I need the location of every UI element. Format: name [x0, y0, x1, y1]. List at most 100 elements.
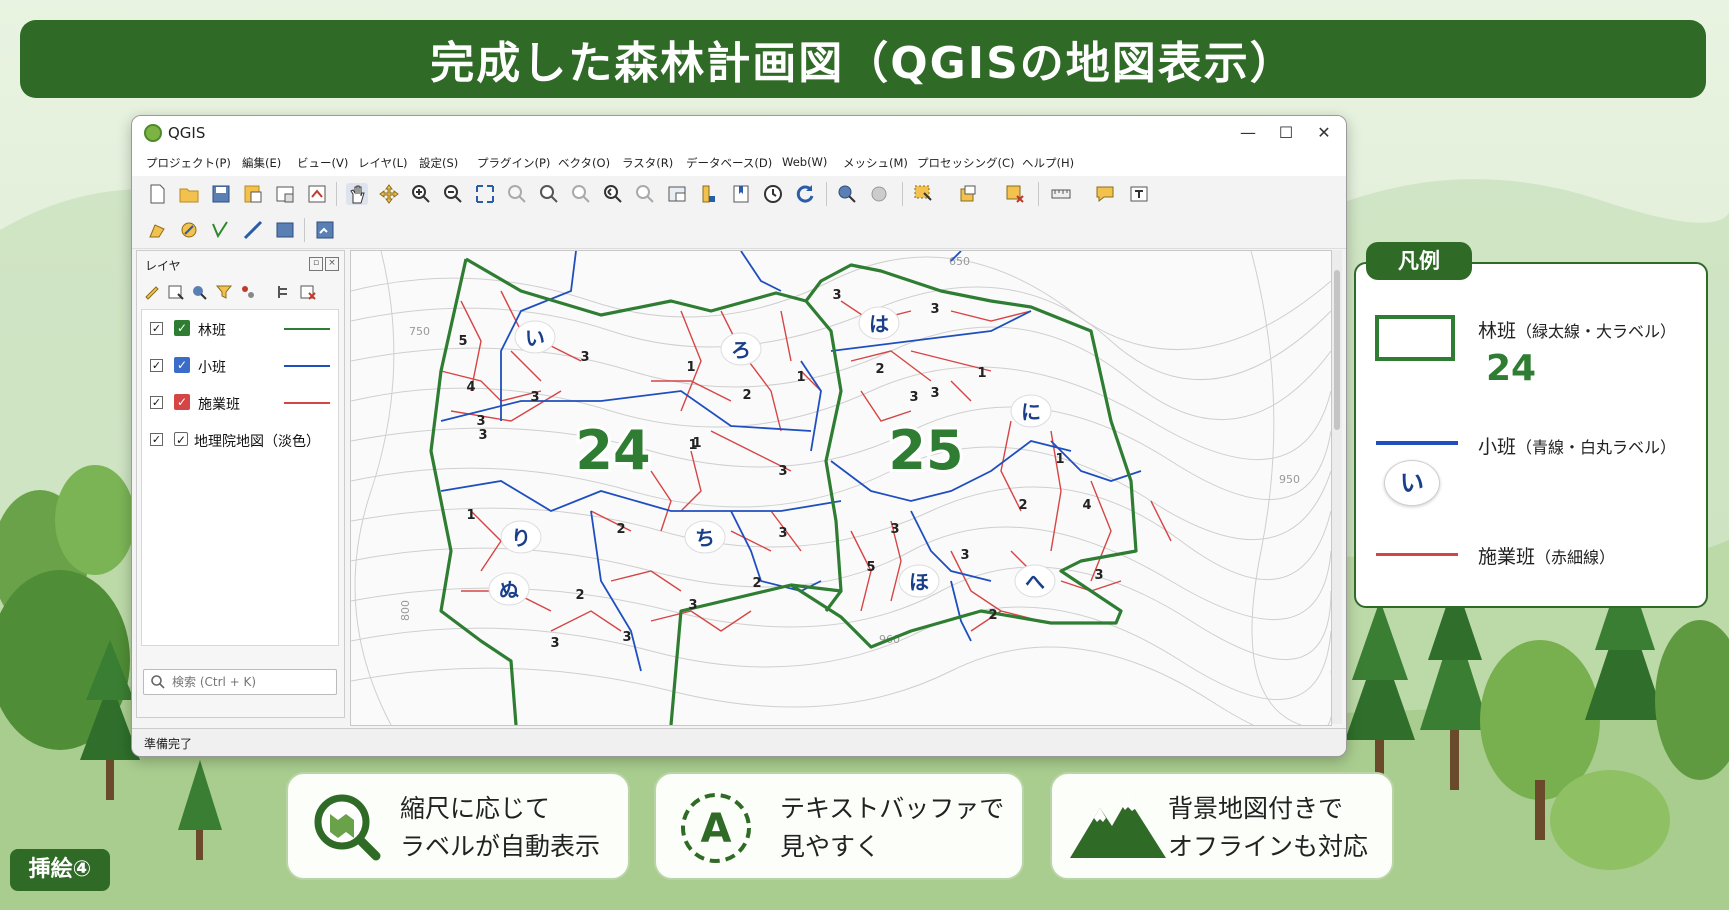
zoom-last-icon[interactable] [602, 183, 624, 205]
status-bar: 準備完了 [132, 728, 1346, 756]
vertex-tool-icon[interactable] [210, 219, 232, 241]
map-scrollbar[interactable] [1332, 250, 1342, 724]
layer-name: 小班 [198, 360, 226, 376]
sekyohan-number: 2 [988, 608, 997, 623]
sekyohan-number: 1 [977, 366, 986, 381]
layer-visibility-checkbox[interactable]: ✓ [150, 396, 163, 409]
open-style-icon[interactable] [143, 283, 161, 301]
menu-vector[interactable]: ベクタ(O) [558, 155, 610, 171]
menu-processing[interactable]: プロセッシング(C) [917, 155, 1015, 171]
temporal-icon[interactable] [698, 183, 720, 205]
manage-map-themes-icon[interactable] [191, 283, 209, 301]
layer-symbol-line [284, 365, 330, 367]
menu-raster[interactable]: ラスタ(R) [622, 155, 673, 171]
menu-help[interactable]: ヘルプ(H) [1022, 155, 1074, 171]
filter-legend-icon[interactable] [215, 283, 233, 301]
layer-row-gsi-pale[interactable]: ✓ ✓ 地理院地図（淡色） [150, 429, 336, 451]
legend-title: 凡例 [1366, 242, 1472, 280]
layer-search-box[interactable] [143, 669, 337, 695]
feature-text-line2: ラベルが自動表示 [400, 832, 601, 861]
add-group-icon[interactable] [167, 283, 185, 301]
shohan-legend-symbol [1376, 441, 1458, 445]
svg-text:A: A [701, 806, 732, 852]
refresh-icon[interactable] [794, 183, 816, 205]
deselect-icon[interactable] [958, 183, 980, 205]
digitize-line-icon[interactable] [242, 219, 264, 241]
bookmark-icon[interactable] [730, 183, 752, 205]
qgis-logo-icon [144, 124, 162, 142]
subcompartment-label: ぬ [488, 572, 530, 606]
menu-settings[interactable]: 設定(S) [419, 155, 458, 171]
layer-visibility-checkbox[interactable]: ✓ [150, 359, 163, 372]
edit-pencil-icon[interactable] [178, 219, 200, 241]
digitize-icon[interactable] [146, 219, 168, 241]
sekyohan-number: 5 [458, 334, 467, 349]
minimize-button[interactable]: — [1230, 120, 1266, 146]
window-title: QGIS [168, 124, 206, 142]
layer-check-icon: ✓ [174, 394, 190, 410]
save-edits-icon[interactable] [274, 219, 296, 241]
menu-mesh[interactable]: メッシュ(M) [843, 155, 908, 171]
menu-view[interactable]: ビュー(V) [297, 155, 348, 171]
new-project-icon[interactable] [146, 183, 168, 205]
pan-icon[interactable] [346, 183, 368, 205]
svg-text:へ: へ [1025, 570, 1045, 594]
open-project-icon[interactable] [178, 183, 200, 205]
zoom-to-layer-icon[interactable] [538, 183, 560, 205]
sekyohan-number: 3 [580, 350, 589, 365]
show-bookmarks-icon[interactable] [762, 183, 784, 205]
search-input[interactable] [170, 672, 334, 692]
contour-label: 800 [399, 600, 412, 621]
layer-row-sekyohan[interactable]: ✓ ✓ 施業班 [150, 392, 336, 414]
menu-web[interactable]: Web(W) [782, 155, 827, 169]
zoom-in-icon[interactable] [410, 183, 432, 205]
sekyohan-number: 3 [890, 522, 899, 537]
expand-all-icon[interactable] [275, 283, 293, 301]
sekyohan-number: 1 [688, 438, 697, 453]
remove-layer-icon[interactable] [299, 283, 317, 301]
zoom-full-icon[interactable] [474, 183, 496, 205]
zoom-native-icon[interactable] [570, 183, 592, 205]
new-map-view-icon[interactable] [666, 183, 688, 205]
layer-row-shohan[interactable]: ✓ ✓ 小班 [150, 355, 336, 377]
select-icon[interactable] [912, 183, 934, 205]
maximize-button[interactable]: ☐ [1268, 120, 1304, 146]
svg-text:り: り [511, 526, 531, 550]
legend-sekyohan-label: 施業班（赤細線） [1478, 546, 1616, 568]
identify-icon[interactable] [836, 183, 858, 205]
zoom-out-icon[interactable] [442, 183, 464, 205]
print-layout-icon[interactable] [274, 183, 296, 205]
measure-icon[interactable] [1050, 183, 1072, 205]
sekyohan-number: 4 [1082, 498, 1091, 513]
float-panel-icon[interactable]: ▫ [309, 257, 323, 271]
save-as-icon[interactable] [242, 183, 264, 205]
zoom-next-icon[interactable] [634, 183, 656, 205]
menu-project[interactable]: プロジェクト(P) [146, 155, 231, 171]
python-console-icon[interactable] [314, 219, 336, 241]
annotation-icon[interactable] [1094, 183, 1116, 205]
action-icon[interactable] [868, 183, 890, 205]
zoom-to-selection-icon[interactable] [506, 183, 528, 205]
layer-name: 地理院地図（淡色） [194, 434, 320, 450]
filter-icon[interactable] [239, 283, 257, 301]
layer-row-rinpan[interactable]: ✓ ✓ 林班 [150, 318, 336, 340]
pan-to-selection-icon[interactable] [378, 183, 400, 205]
layer-visibility-checkbox[interactable]: ✓ [150, 322, 163, 335]
sekyohan-number: 1 [796, 370, 805, 385]
save-project-icon[interactable] [210, 183, 232, 205]
menu-bar: プロジェクト(P) 編集(E) ビュー(V) レイヤ(L) 設定(S) プラグイ… [132, 150, 1346, 177]
menu-database[interactable]: データベース(D) [686, 155, 772, 171]
menu-layer[interactable]: レイヤ(L) [358, 155, 408, 171]
layout-manager-icon[interactable] [306, 183, 328, 205]
close-panel-icon[interactable]: × [325, 257, 339, 271]
attribute-table-icon[interactable] [1004, 183, 1026, 205]
layer-visibility-checkbox[interactable]: ✓ [150, 433, 163, 446]
close-button[interactable]: ✕ [1306, 120, 1342, 146]
svg-text:ほ: ほ [909, 570, 929, 594]
contour-label: 950 [1279, 473, 1300, 486]
subcompartment-label: ち [684, 520, 726, 554]
map-canvas[interactable]: 750 650 950 960 800 24 25 い ろ は に り ち ぬ … [350, 250, 1332, 726]
menu-plugins[interactable]: プラグイン(P) [477, 155, 550, 171]
text-annotation-icon[interactable] [1128, 183, 1150, 205]
menu-edit[interactable]: 編集(E) [242, 155, 281, 171]
